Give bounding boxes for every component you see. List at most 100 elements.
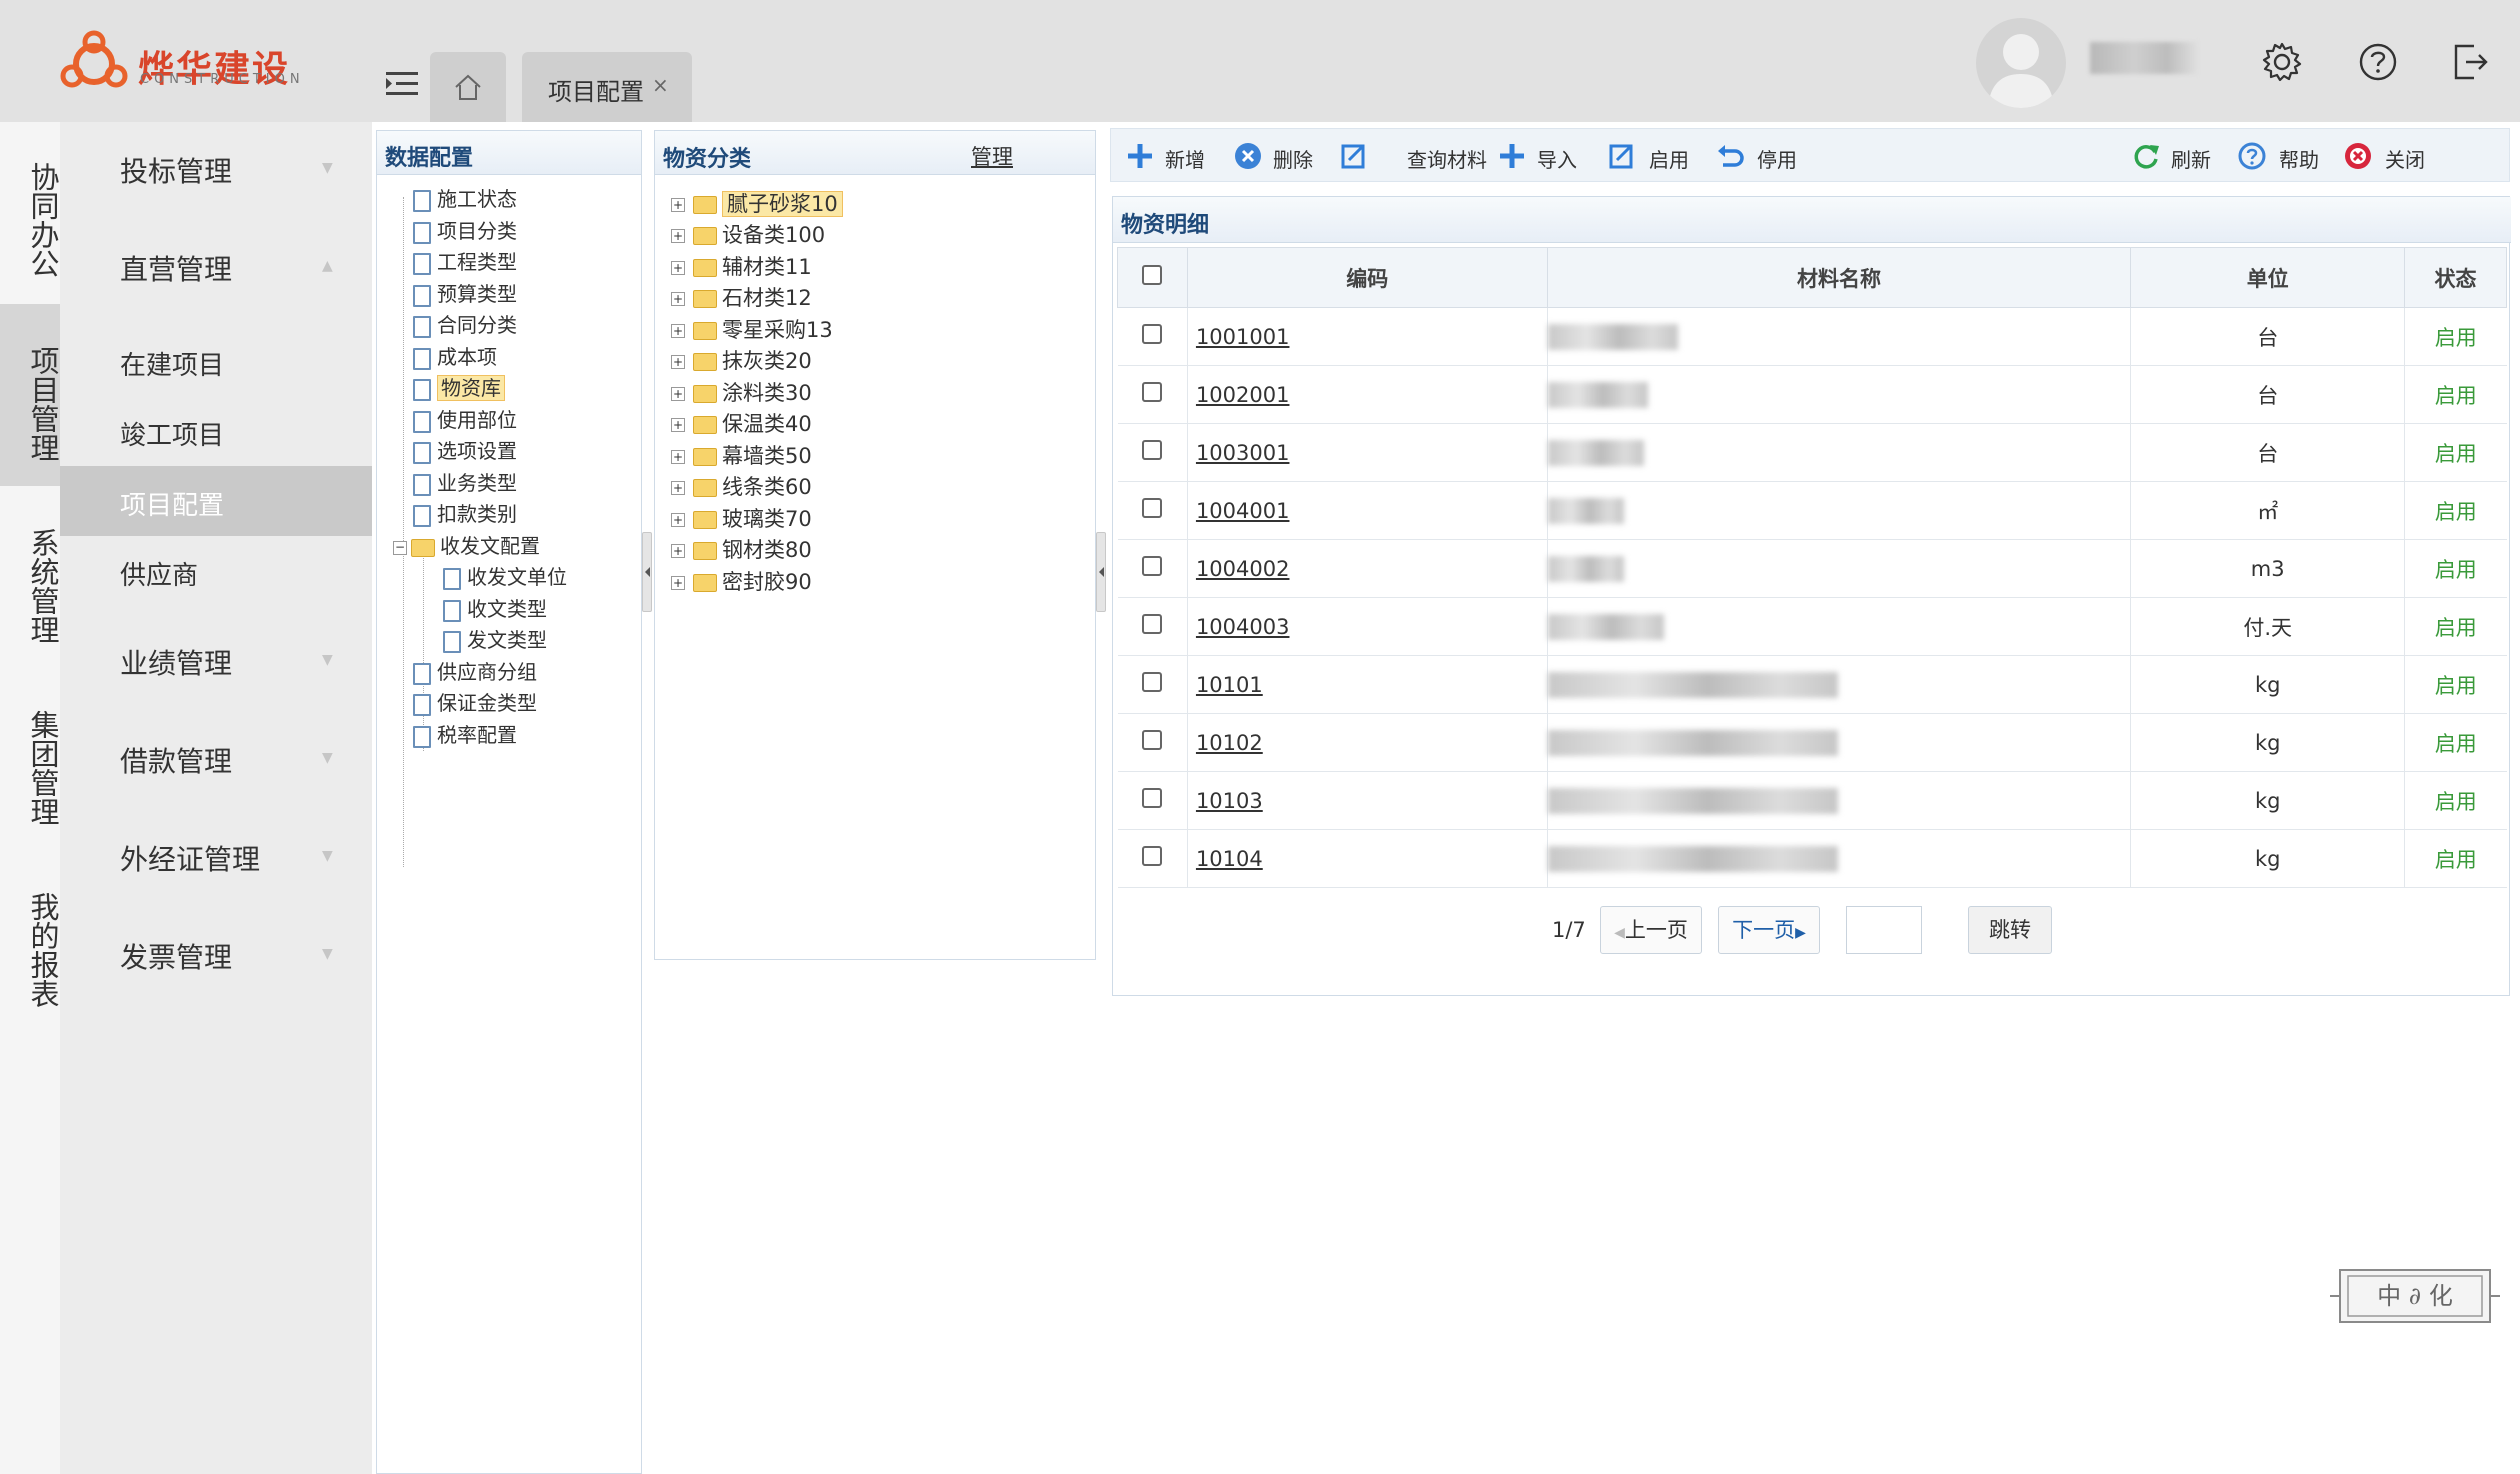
tree-item-business-type[interactable]: 业务类型 bbox=[413, 469, 517, 497]
category-item[interactable]: + 幕墙类50 bbox=[671, 441, 812, 471]
code-link[interactable]: 10101 bbox=[1196, 673, 1263, 697]
row-checkbox[interactable] bbox=[1142, 846, 1163, 866]
tree-item-material-library[interactable]: 物资库 bbox=[413, 374, 505, 402]
refresh-button[interactable]: 刷新 bbox=[2131, 139, 2221, 173]
tree-item-outgoing-type[interactable]: 发文类型 bbox=[443, 626, 547, 654]
expand-icon[interactable]: + bbox=[671, 261, 685, 275]
expand-icon[interactable]: + bbox=[671, 481, 685, 495]
code-link[interactable]: 1004001 bbox=[1196, 499, 1290, 523]
query-material-button[interactable]: 查询材料 bbox=[1339, 139, 1499, 173]
module-system[interactable]: 系统管理 bbox=[0, 486, 60, 668]
tree-item-contract-category[interactable]: 合同分类 bbox=[413, 311, 517, 339]
manage-link[interactable]: 管理 bbox=[971, 141, 1013, 171]
code-link[interactable]: 1002001 bbox=[1196, 383, 1290, 407]
nav-sub-in-progress[interactable]: 在建项目 bbox=[60, 326, 372, 396]
tab-project-config[interactable]: 项目配置 × bbox=[522, 52, 692, 122]
nav-sub-supplier[interactable]: 供应商 bbox=[60, 536, 372, 606]
nav-loan[interactable]: 借款管理 ▼ bbox=[60, 740, 372, 788]
tree-item-document-config[interactable]: − 收发文配置 bbox=[393, 532, 540, 560]
column-name[interactable]: 材料名称 bbox=[1546, 247, 2132, 308]
category-item[interactable]: + 腻子砂浆10 bbox=[671, 189, 843, 219]
expand-icon[interactable]: + bbox=[671, 387, 685, 401]
column-unit[interactable]: 单位 bbox=[2130, 247, 2406, 308]
expand-icon[interactable]: + bbox=[671, 418, 685, 432]
add-button[interactable]: 新增 bbox=[1125, 139, 1215, 173]
column-code[interactable]: 编码 bbox=[1186, 247, 1548, 308]
nav-sub-completed[interactable]: 竣工项目 bbox=[60, 396, 372, 466]
expand-icon[interactable]: + bbox=[671, 544, 685, 558]
table-row[interactable]: 1001001 台 启用 bbox=[1117, 307, 2507, 366]
expand-icon[interactable]: + bbox=[671, 450, 685, 464]
tree-item-project-category[interactable]: 项目分类 bbox=[413, 217, 517, 245]
nav-foreign-cert[interactable]: 外经证管理 ▼ bbox=[60, 838, 372, 886]
code-link[interactable]: 10103 bbox=[1196, 789, 1263, 813]
row-checkbox[interactable] bbox=[1142, 788, 1163, 808]
code-link[interactable]: 10104 bbox=[1196, 847, 1263, 871]
category-item[interactable]: + 玻璃类70 bbox=[671, 504, 812, 534]
tree-item-deposit-type[interactable]: 保证金类型 bbox=[413, 689, 537, 717]
page-number-input[interactable] bbox=[1846, 906, 1922, 954]
panel-splitter-2[interactable] bbox=[1096, 532, 1106, 612]
import-button[interactable]: 导入 bbox=[1497, 139, 1587, 173]
category-item[interactable]: + 零星采购13 bbox=[671, 315, 833, 345]
expand-icon[interactable]: + bbox=[671, 324, 685, 338]
module-group[interactable]: 集团管理 bbox=[0, 668, 60, 850]
expand-icon[interactable]: + bbox=[671, 576, 685, 590]
tree-item-supplier-group[interactable]: 供应商分组 bbox=[413, 658, 537, 686]
tree-item-deduction-type[interactable]: 扣款类别 bbox=[413, 500, 517, 528]
close-button[interactable]: 关闭 bbox=[2343, 139, 2433, 173]
settings-gear-icon[interactable] bbox=[2260, 40, 2304, 84]
table-row[interactable]: 10104 kg 启用 bbox=[1117, 829, 2507, 888]
help-button[interactable]: 帮助 bbox=[2237, 139, 2327, 173]
expand-icon[interactable]: + bbox=[671, 292, 685, 306]
module-reports[interactable]: 我的报表 bbox=[0, 850, 60, 1032]
nav-performance[interactable]: 业绩管理 ▼ bbox=[60, 642, 372, 690]
code-link[interactable]: 1004003 bbox=[1196, 615, 1290, 639]
category-item[interactable]: + 涂料类30 bbox=[671, 378, 812, 408]
expand-icon[interactable]: + bbox=[671, 513, 685, 527]
home-tab[interactable] bbox=[430, 52, 506, 122]
table-row[interactable]: 1004001 ㎡ 启用 bbox=[1117, 481, 2507, 540]
column-state[interactable]: 状态 bbox=[2404, 247, 2507, 308]
nav-direct[interactable]: 直营管理 ▲ bbox=[60, 248, 372, 296]
row-checkbox[interactable] bbox=[1142, 556, 1163, 576]
row-checkbox[interactable] bbox=[1142, 614, 1163, 634]
row-checkbox[interactable] bbox=[1142, 440, 1163, 460]
expand-icon[interactable]: + bbox=[671, 198, 685, 212]
nav-bidding[interactable]: 投标管理 ▼ bbox=[60, 150, 372, 198]
enable-button[interactable]: 启用 bbox=[1607, 139, 1697, 173]
disable-button[interactable]: 停用 bbox=[1715, 139, 1805, 173]
delete-button[interactable]: 删除 bbox=[1233, 139, 1323, 173]
tree-item-cost-item[interactable]: 成本项 bbox=[413, 343, 497, 371]
table-row[interactable]: 1002001 台 启用 bbox=[1117, 365, 2507, 424]
tree-item-option-settings[interactable]: 选项设置 bbox=[413, 437, 517, 465]
table-row[interactable]: 10103 kg 启用 bbox=[1117, 771, 2507, 830]
nav-sub-project-config[interactable]: 项目配置 bbox=[60, 466, 372, 536]
table-row[interactable]: 10102 kg 启用 bbox=[1117, 713, 2507, 772]
select-all-checkbox[interactable] bbox=[1142, 265, 1163, 285]
code-link[interactable]: 1003001 bbox=[1196, 441, 1290, 465]
row-checkbox[interactable] bbox=[1142, 498, 1163, 518]
collapse-icon[interactable]: − bbox=[393, 540, 407, 555]
row-checkbox[interactable] bbox=[1142, 672, 1163, 692]
tree-item-incoming-type[interactable]: 收文类型 bbox=[443, 595, 547, 623]
next-page-button[interactable]: 下一页▶ bbox=[1718, 906, 1820, 954]
nav-invoice[interactable]: 发票管理 ▼ bbox=[60, 936, 372, 984]
category-item[interactable]: + 线条类60 bbox=[671, 472, 812, 502]
category-item[interactable]: + 设备类100 bbox=[671, 220, 825, 250]
category-item[interactable]: + 石材类12 bbox=[671, 283, 812, 313]
table-row[interactable]: 1004003 付.天 启用 bbox=[1117, 597, 2507, 656]
code-link[interactable]: 1004002 bbox=[1196, 557, 1290, 581]
expand-icon[interactable]: + bbox=[671, 355, 685, 369]
code-link[interactable]: 10102 bbox=[1196, 731, 1263, 755]
code-link[interactable]: 1001001 bbox=[1196, 325, 1290, 349]
logout-icon[interactable] bbox=[2448, 40, 2492, 84]
tree-item-document-unit[interactable]: 收发文单位 bbox=[443, 563, 567, 591]
menu-toggle-icon[interactable] bbox=[384, 66, 420, 102]
table-row[interactable]: 1003001 台 启用 bbox=[1117, 423, 2507, 482]
module-project[interactable]: 项目管理 bbox=[0, 304, 60, 486]
tab-close-icon[interactable]: × bbox=[652, 73, 669, 97]
row-checkbox[interactable] bbox=[1142, 730, 1163, 750]
tree-item-usage-location[interactable]: 使用部位 bbox=[413, 406, 517, 434]
tree-item-construction-status[interactable]: 施工状态 bbox=[413, 185, 517, 213]
